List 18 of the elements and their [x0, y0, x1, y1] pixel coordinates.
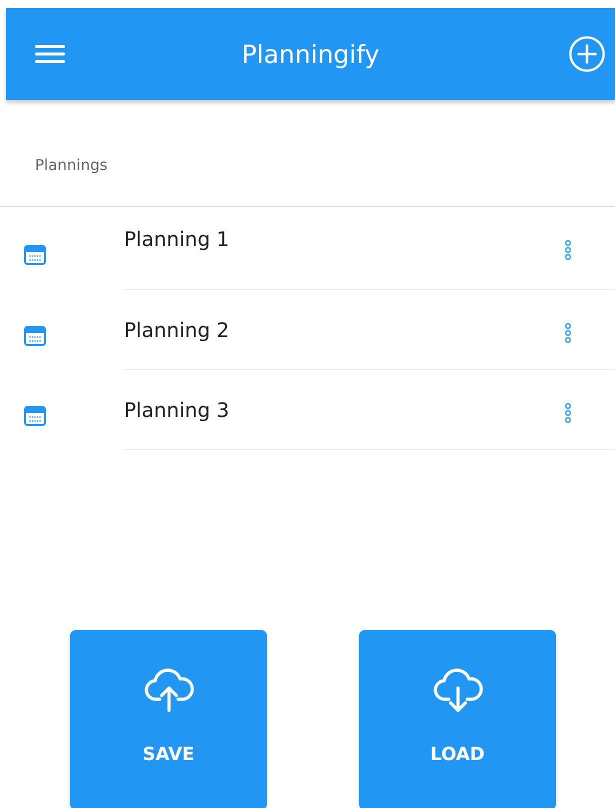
app-title: Planningify [242, 40, 380, 68]
planning-name: Planning 2 [124, 318, 230, 342]
cloud-upload-icon [142, 666, 194, 714]
more-options-icon[interactable] [564, 402, 572, 424]
planning-item[interactable]: Planning 1 [124, 207, 615, 290]
more-options-icon[interactable] [564, 239, 572, 261]
more-options-icon[interactable] [564, 322, 572, 344]
calendar-icon [24, 406, 46, 426]
cloud-download-icon [432, 666, 484, 714]
calendar-icon [24, 326, 46, 346]
planning-item[interactable]: Planning 2 [124, 290, 615, 370]
planning-name: Planning 1 [124, 227, 230, 251]
menu-icon[interactable] [35, 44, 65, 64]
planning-item[interactable]: Planning 3 [124, 370, 615, 450]
add-icon[interactable] [568, 35, 606, 73]
planning-name: Planning 3 [124, 398, 230, 422]
calendar-icon [24, 244, 46, 264]
section-title: Plannings [0, 100, 615, 207]
